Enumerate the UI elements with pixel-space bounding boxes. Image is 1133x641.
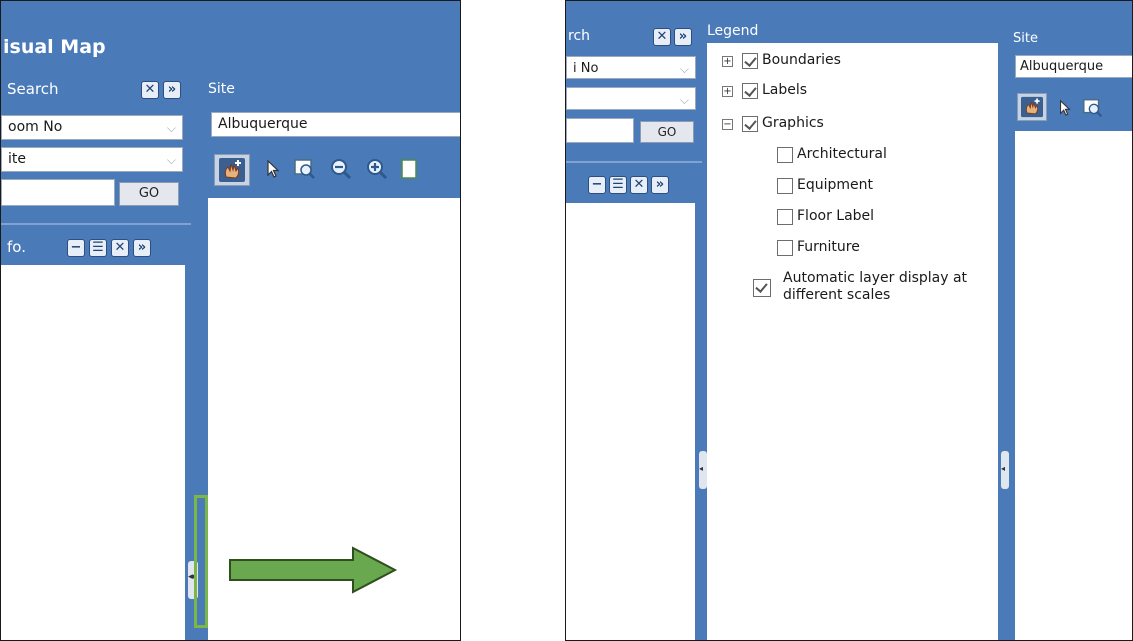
zoom-window-button[interactable] xyxy=(1080,95,1106,121)
zoom-in-icon xyxy=(367,159,388,180)
splitter-grip[interactable]: ◂ xyxy=(699,451,707,489)
site-dropdown[interactable]: Albuquerque xyxy=(1015,55,1132,78)
expand-icon[interactable]: » xyxy=(133,239,151,257)
close-icon[interactable]: ✕ xyxy=(141,81,159,99)
close-icon[interactable]: ✕ xyxy=(630,176,648,194)
close-icon[interactable]: ✕ xyxy=(111,239,129,257)
search-scope-dropdown[interactable]: ite ⌵ xyxy=(1,147,183,172)
floor-label-checkbox[interactable] xyxy=(777,209,793,225)
pan-tool-button[interactable] xyxy=(1017,93,1047,121)
auto-layer-label-line1: Automatic layer display at xyxy=(783,270,968,286)
legend-item-labels: Labels xyxy=(762,82,808,98)
legend-item-architectural: Architectural xyxy=(797,146,887,162)
chevron-down-icon: ⌵ xyxy=(679,93,689,107)
app-title: isual Map xyxy=(3,36,106,58)
search-field-dropdown[interactable]: oom No ⌵ xyxy=(1,115,183,140)
legend-item-graphics: Graphics xyxy=(762,115,824,131)
site-value: Albuquerque xyxy=(1020,59,1104,74)
pointer-icon xyxy=(1060,99,1071,116)
go-button[interactable]: GO xyxy=(119,182,179,206)
site-label: Site xyxy=(1013,31,1038,46)
auto-layer-checkbox[interactable] xyxy=(753,279,771,297)
search-input[interactable] xyxy=(566,118,634,143)
panel-divider xyxy=(1,223,191,225)
expand-icon[interactable]: » xyxy=(651,176,669,194)
zoom-window-icon xyxy=(1083,99,1103,118)
zoom-window-button[interactable] xyxy=(292,156,318,182)
expand-icon[interactable]: + xyxy=(722,86,733,97)
info-panel-body xyxy=(1,265,185,640)
auto-layer-label: Automatic layer display at different sca… xyxy=(783,270,967,304)
collapse-icon[interactable]: − xyxy=(722,119,733,130)
map-toolbar xyxy=(208,146,460,198)
list-icon[interactable]: ☰ xyxy=(609,176,627,194)
legend-panel-body: + Boundaries + Labels − Graphics Archite… xyxy=(707,43,998,640)
zoom-in-button[interactable] xyxy=(364,156,390,182)
site-value: Albuquerque xyxy=(218,116,308,132)
expand-icon[interactable]: + xyxy=(722,56,733,67)
search-field-value: i No xyxy=(573,61,599,76)
transition-arrow-icon xyxy=(229,546,398,594)
pan-hand-icon xyxy=(1021,96,1043,118)
full-extent-icon xyxy=(401,159,417,179)
select-tool-button[interactable] xyxy=(1052,95,1078,121)
minimize-icon[interactable]: − xyxy=(67,239,85,257)
chevron-down-icon: ⌵ xyxy=(166,153,176,167)
select-tool-button[interactable] xyxy=(260,156,286,182)
site-dropdown[interactable]: Albuquerque xyxy=(211,112,460,137)
search-scope-value: ite xyxy=(8,151,26,167)
chevron-down-icon: ⌵ xyxy=(166,121,176,135)
legend-item-furniture: Furniture xyxy=(797,239,860,255)
map-area[interactable] xyxy=(1015,131,1132,640)
info-panel-title: fo. xyxy=(7,238,26,256)
info-panel-body xyxy=(566,203,695,640)
legend-item-equipment: Equipment xyxy=(797,177,873,193)
search-input[interactable] xyxy=(1,179,115,206)
legend-title: Legend xyxy=(707,23,759,39)
legend-item-boundaries: Boundaries xyxy=(762,52,841,68)
search-panel-body: oom No ⌵ ite ⌵ GO xyxy=(1,109,185,207)
collapse-arrow-icon: ◂ xyxy=(699,464,704,473)
extent-button[interactable] xyxy=(398,156,424,182)
search-panel-title: rch xyxy=(568,28,591,44)
pointer-icon xyxy=(267,159,280,178)
chevron-down-icon: ⌵ xyxy=(679,62,689,76)
architectural-checkbox[interactable] xyxy=(777,147,793,163)
splitter-highlight xyxy=(194,495,208,628)
site-label: Site xyxy=(208,81,235,97)
after-screenshot: rch ✕ » i No ⌵ ⌵ GO − ☰ ✕ » ◂ Legend + B… xyxy=(565,0,1133,641)
search-field-dropdown[interactable]: i No ⌵ xyxy=(566,56,696,79)
panel-divider xyxy=(566,161,702,163)
search-field-value: oom No xyxy=(8,119,63,135)
close-icon[interactable]: ✕ xyxy=(653,28,671,46)
list-icon[interactable]: ☰ xyxy=(89,239,107,257)
go-button[interactable]: GO xyxy=(640,121,694,143)
search-panel-title: Search xyxy=(7,80,59,98)
expand-icon[interactable]: » xyxy=(674,28,692,46)
equipment-checkbox[interactable] xyxy=(777,178,793,194)
pan-hand-icon xyxy=(219,158,245,182)
splitter-grip[interactable]: ◂ xyxy=(1001,451,1009,489)
labels-checkbox[interactable] xyxy=(742,83,758,99)
pan-tool-button[interactable] xyxy=(214,154,250,186)
legend-item-floor-label: Floor Label xyxy=(797,208,875,224)
zoom-out-button[interactable] xyxy=(328,156,354,182)
graphics-checkbox[interactable] xyxy=(742,116,758,132)
search-scope-dropdown[interactable]: ⌵ xyxy=(566,87,696,110)
furniture-checkbox[interactable] xyxy=(777,240,793,256)
minimize-icon[interactable]: − xyxy=(588,176,606,194)
boundaries-checkbox[interactable] xyxy=(742,53,758,69)
collapse-arrow-icon: ◂ xyxy=(1001,464,1006,473)
expand-icon[interactable]: » xyxy=(163,81,181,99)
zoom-window-icon xyxy=(294,159,315,179)
auto-layer-label-line2: different scales xyxy=(783,287,891,303)
zoom-out-icon xyxy=(331,159,352,180)
